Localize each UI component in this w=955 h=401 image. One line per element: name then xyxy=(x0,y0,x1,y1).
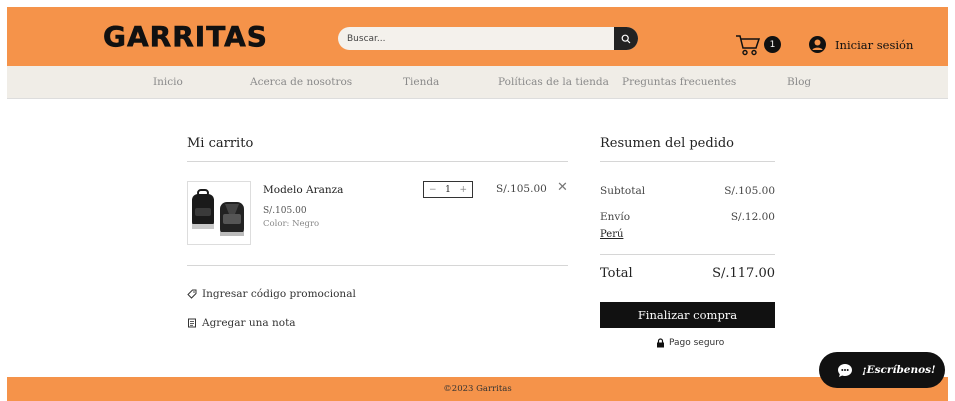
cart-count-badge[interactable]: 1 xyxy=(764,36,781,53)
subtotal-label: Subtotal xyxy=(600,185,646,197)
chat-widget-button[interactable]: ¡Escríbenos! xyxy=(819,352,945,388)
main-nav: Inicio Acerca de nosotros Tienda Polític… xyxy=(7,66,948,99)
secure-payment: Pago seguro xyxy=(656,338,724,348)
search-icon xyxy=(621,34,631,43)
promo-code-label: Ingresar código promocional xyxy=(202,288,356,300)
shipping-country-link[interactable]: Perú xyxy=(600,229,623,240)
product-unit-price: S/.105.00 xyxy=(263,206,307,216)
decrease-button[interactable]: − xyxy=(429,185,437,195)
summary-title: Resumen del pedido xyxy=(600,136,734,151)
promo-code-link[interactable]: Ingresar código promocional xyxy=(187,288,356,300)
total-label: Total xyxy=(600,266,633,281)
remove-item-icon[interactable]: ✕ xyxy=(557,180,568,195)
logo[interactable]: GARRITAS xyxy=(103,20,268,54)
cart-icon[interactable] xyxy=(735,34,761,56)
quantity-stepper: − 1 + xyxy=(423,181,473,198)
nav-item-blog[interactable]: Blog xyxy=(787,66,811,99)
product-name[interactable]: Modelo Aranza xyxy=(263,184,343,196)
divider xyxy=(187,161,568,162)
search-button[interactable] xyxy=(614,27,638,50)
lock-icon xyxy=(657,338,664,348)
login-label: Iniciar sesión xyxy=(835,37,914,52)
user-avatar-icon xyxy=(809,36,826,53)
add-note-link[interactable]: Agregar una nota xyxy=(187,317,296,329)
site-footer: ©2023 Garritas xyxy=(7,377,948,401)
shipping-label: Envío xyxy=(600,211,631,223)
secure-payment-label: Pago seguro xyxy=(669,338,725,348)
nav-item-preguntas[interactable]: Preguntas frecuentes xyxy=(622,66,736,99)
login-button[interactable]: Iniciar sesión xyxy=(809,36,913,53)
shipping-value: S/.12.00 xyxy=(730,211,775,223)
quantity-value[interactable]: 1 xyxy=(445,185,451,195)
checkout-button[interactable]: Finalizar compra xyxy=(600,302,775,328)
cart-title: Mi carrito xyxy=(187,136,254,151)
product-thumbnail[interactable] xyxy=(187,181,251,245)
total-value: S/.117.00 xyxy=(712,266,775,281)
tag-icon xyxy=(187,289,197,299)
nav-item-politicas[interactable]: Políticas de la tienda xyxy=(498,66,609,99)
subtotal-value: S/.105.00 xyxy=(724,185,775,197)
nav-item-inicio[interactable]: Inicio xyxy=(153,66,183,99)
divider xyxy=(600,161,775,162)
line-total: S/.105.00 xyxy=(496,183,547,195)
increase-button[interactable]: + xyxy=(459,185,467,195)
site-header: GARRITAS 1 Iniciar sesión xyxy=(7,7,948,66)
nav-item-acerca[interactable]: Acerca de nosotros xyxy=(250,66,352,99)
note-icon xyxy=(188,318,196,328)
search-input[interactable] xyxy=(338,27,614,50)
search-bar xyxy=(338,27,638,50)
backpack-image xyxy=(192,189,244,236)
chat-label: ¡Escríbenos! xyxy=(862,364,936,376)
copyright-text: ©2023 Garritas xyxy=(443,384,512,394)
chat-bubble-icon xyxy=(838,363,852,377)
divider xyxy=(187,265,568,266)
product-color: Color: Negro xyxy=(263,219,320,229)
divider xyxy=(600,254,775,255)
add-note-label: Agregar una nota xyxy=(202,317,296,329)
nav-item-tienda[interactable]: Tienda xyxy=(403,66,439,99)
